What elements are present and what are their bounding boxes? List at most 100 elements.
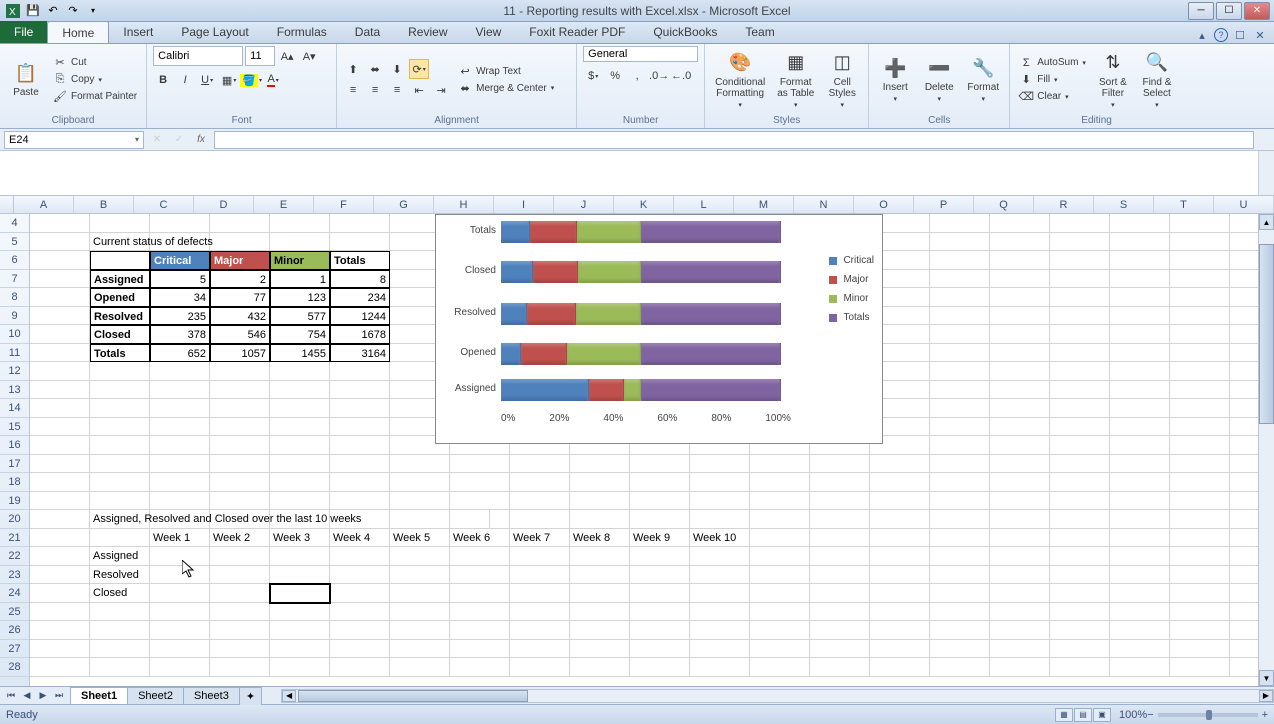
cell[interactable] xyxy=(870,640,930,659)
cell[interactable] xyxy=(750,603,810,622)
cell[interactable]: Week 7 xyxy=(510,529,570,548)
cell[interactable] xyxy=(930,658,990,677)
cell[interactable] xyxy=(930,473,990,492)
cell[interactable] xyxy=(30,510,90,529)
cell[interactable] xyxy=(990,658,1050,677)
cell[interactable] xyxy=(690,455,750,474)
cell[interactable] xyxy=(30,455,90,474)
cell[interactable] xyxy=(990,325,1050,344)
cell[interactable] xyxy=(870,473,930,492)
row-header[interactable]: 5 xyxy=(0,233,29,252)
row-header[interactable]: 25 xyxy=(0,603,29,622)
cell[interactable] xyxy=(90,381,150,400)
row-header[interactable]: 7 xyxy=(0,270,29,289)
cell[interactable] xyxy=(930,418,990,437)
zoom-in-button[interactable]: + xyxy=(1262,709,1268,721)
cell[interactable] xyxy=(1110,640,1170,659)
help-icon[interactable]: ? xyxy=(1214,28,1228,42)
cell[interactable] xyxy=(270,473,330,492)
cell[interactable] xyxy=(990,640,1050,659)
cell[interactable] xyxy=(1050,492,1110,511)
align-left-button[interactable]: ≡ xyxy=(343,80,363,100)
cell[interactable] xyxy=(510,640,570,659)
cell[interactable] xyxy=(90,529,150,548)
cell[interactable] xyxy=(930,307,990,326)
tab-insert[interactable]: Insert xyxy=(109,21,167,43)
cell[interactable] xyxy=(990,270,1050,289)
scroll-left-icon[interactable]: ◀ xyxy=(282,690,296,702)
cell[interactable] xyxy=(570,510,630,529)
cell[interactable] xyxy=(330,418,390,437)
cell-styles-button[interactable]: ◫Cell Styles▾ xyxy=(822,49,862,111)
cell[interactable] xyxy=(210,603,270,622)
scroll-up-icon[interactable]: ▲ xyxy=(1259,214,1274,230)
cell[interactable] xyxy=(330,640,390,659)
cell[interactable] xyxy=(330,214,390,233)
cell[interactable] xyxy=(30,288,90,307)
last-sheet-icon[interactable]: ⏭ xyxy=(52,689,66,703)
cell[interactable] xyxy=(270,621,330,640)
normal-view-button[interactable]: ▦ xyxy=(1055,708,1073,722)
cell[interactable] xyxy=(810,640,870,659)
cell[interactable] xyxy=(810,547,870,566)
row-header[interactable]: 21 xyxy=(0,529,29,548)
cell[interactable] xyxy=(930,214,990,233)
cell[interactable] xyxy=(270,214,330,233)
format-painter-button[interactable]: 🖌Format Painter xyxy=(50,89,140,105)
row-header[interactable]: 11 xyxy=(0,344,29,363)
cell[interactable] xyxy=(930,529,990,548)
sheet-tab-2[interactable]: Sheet2 xyxy=(127,687,184,704)
row-header[interactable]: 20 xyxy=(0,510,29,529)
cell[interactable]: Opened xyxy=(90,288,150,307)
cell[interactable]: 2 xyxy=(210,270,270,289)
cell[interactable] xyxy=(150,658,210,677)
cell[interactable] xyxy=(1050,251,1110,270)
row-header[interactable]: 27 xyxy=(0,640,29,659)
cell[interactable] xyxy=(210,658,270,677)
cell[interactable] xyxy=(1110,566,1170,585)
cell[interactable]: 378 xyxy=(150,325,210,344)
cell[interactable] xyxy=(390,584,450,603)
underline-button[interactable]: U▾ xyxy=(197,70,217,90)
cell[interactable] xyxy=(210,418,270,437)
cell[interactable] xyxy=(630,621,690,640)
cell[interactable] xyxy=(1170,251,1230,270)
cell[interactable] xyxy=(810,529,870,548)
percent-button[interactable]: % xyxy=(605,66,625,86)
cell[interactable] xyxy=(1050,584,1110,603)
row-header[interactable]: 14 xyxy=(0,399,29,418)
cell[interactable]: Assigned, Resolved and Closed over the l… xyxy=(90,510,490,529)
cell[interactable] xyxy=(210,492,270,511)
cell[interactable] xyxy=(30,251,90,270)
increase-font-button[interactable]: A▴ xyxy=(277,46,297,66)
cell[interactable] xyxy=(90,492,150,511)
cell[interactable]: Week 8 xyxy=(570,529,630,548)
tab-review[interactable]: Review xyxy=(394,21,461,43)
cell[interactable] xyxy=(630,510,690,529)
tab-home[interactable]: Home xyxy=(47,21,109,43)
cell[interactable] xyxy=(630,603,690,622)
cell[interactable] xyxy=(930,362,990,381)
cell[interactable] xyxy=(270,399,330,418)
tab-page-layout[interactable]: Page Layout xyxy=(167,21,262,43)
cell[interactable] xyxy=(570,603,630,622)
cell[interactable] xyxy=(1170,640,1230,659)
cell[interactable] xyxy=(1050,381,1110,400)
cell[interactable] xyxy=(990,399,1050,418)
cell[interactable] xyxy=(1050,418,1110,437)
tab-view[interactable]: View xyxy=(462,21,516,43)
cell[interactable] xyxy=(750,529,810,548)
cell[interactable] xyxy=(870,658,930,677)
cell[interactable] xyxy=(930,270,990,289)
cell[interactable] xyxy=(930,584,990,603)
cell[interactable] xyxy=(1170,214,1230,233)
column-header[interactable]: A xyxy=(14,196,74,213)
autosum-button[interactable]: ΣAutoSum▾ xyxy=(1016,55,1089,71)
tab-team[interactable]: Team xyxy=(731,21,788,43)
cell[interactable] xyxy=(210,381,270,400)
cell[interactable] xyxy=(990,288,1050,307)
cell[interactable] xyxy=(990,492,1050,511)
qat-dropdown-icon[interactable]: ▾ xyxy=(84,2,102,20)
chart-bar[interactable] xyxy=(501,379,781,401)
decrease-decimal-button[interactable]: ←.0 xyxy=(671,66,691,86)
